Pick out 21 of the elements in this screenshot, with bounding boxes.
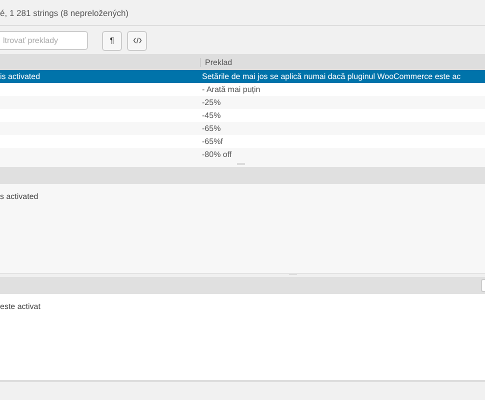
code-icon [132,37,142,44]
code-button[interactable] [127,30,147,50]
translation-panel[interactable]: este activat [0,294,485,382]
table-row[interactable]: is activated Setările de mai jos se aplică numai dacă pluginul WooCommerce este ac [0,70,485,83]
translation-text: -65%f [202,137,223,146]
filter-field[interactable]: ltrovať preklady [0,31,88,50]
table-row[interactable]: -25% [0,96,485,109]
translation-text: -65% [202,124,221,133]
pilcrow-button[interactable]: ¶ [102,30,122,50]
translation-text: -45% [202,111,221,120]
translation-text: -25% [202,98,221,107]
string-count: é, 1 281 strings (8 nepreložených) [0,8,129,18]
table-row[interactable]: -80% off [0,148,485,161]
column-heading: Preklad [200,58,485,66]
table-row[interactable]: -65% [0,122,485,135]
translation-text: -80% off [202,150,232,159]
source-text: s activated [0,192,38,201]
translation-text: este activat [0,302,40,311]
source-text: is activated [0,72,40,81]
translation-text: - Arată mai puțin [202,85,260,94]
translation-text: Setările de mai jos se aplică numai dacă pluginul WooCommerce este ac [202,72,461,81]
